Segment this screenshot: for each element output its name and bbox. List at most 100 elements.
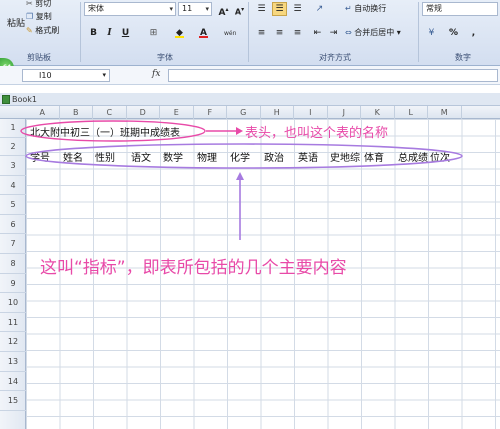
align-right-button[interactable]: ≡ xyxy=(290,26,305,40)
row-header-2[interactable]: 2 xyxy=(0,138,26,156)
align-center-button[interactable]: ≡ xyxy=(272,26,287,40)
row-header-8[interactable]: 8 xyxy=(0,254,26,274)
wrap-text-button[interactable]: ↵ 自动换行 xyxy=(345,3,386,15)
row-header-4[interactable]: 4 xyxy=(0,176,26,196)
column-header-e[interactable]: E xyxy=(160,106,194,119)
copy-label: 复制 xyxy=(35,12,52,21)
row-header-12[interactable]: 12 xyxy=(0,332,26,353)
indicator-cell[interactable]: 化学 xyxy=(230,149,250,164)
indicator-cell[interactable]: 物理 xyxy=(197,149,217,164)
row-header-10[interactable]: 10 xyxy=(0,293,26,313)
indicator-cell[interactable]: 数学 xyxy=(163,149,183,164)
indicator-cell[interactable]: 学号 xyxy=(30,149,50,164)
fill-color-button[interactable]: ◆ xyxy=(172,26,187,40)
workbook-titlebar: Book1 xyxy=(0,93,500,106)
decrease-indent-button[interactable]: ⇤ xyxy=(310,26,325,40)
indicator-cell[interactable]: 总成绩 xyxy=(398,149,428,164)
align-bottom-button[interactable]: ☰ xyxy=(290,2,305,16)
font-color-swatch xyxy=(199,36,208,38)
group-separator xyxy=(80,2,81,62)
paste-button[interactable]: 粘贴 xyxy=(7,18,25,30)
indicator-cell[interactable]: 位次 xyxy=(430,149,450,164)
column-header-a[interactable]: A xyxy=(26,106,60,119)
copy-button[interactable]: ❐ 复制 xyxy=(26,11,52,23)
row-header-3[interactable]: 3 xyxy=(0,156,26,176)
row-header-1[interactable]: 1 xyxy=(0,119,26,138)
header-annotation: 表头，也叫这个表的名称 xyxy=(245,126,389,141)
font-color-button[interactable]: A xyxy=(196,26,211,40)
font-group-label: 字体 xyxy=(157,53,173,62)
text-orientation-button[interactable]: ↗ xyxy=(312,2,327,16)
row-header-11[interactable]: 11 xyxy=(0,313,26,333)
column-header-m[interactable]: M xyxy=(428,106,462,119)
ribbon: 粘贴 ✂ 剪切 ❐ 复制 ✎ 格式刷 剪贴板 宋体 ▾ 11 ▾ A▴ A▾ B I… xyxy=(0,0,500,66)
scissors-icon: ✂ xyxy=(26,0,33,8)
column-header-c[interactable]: C xyxy=(93,106,127,119)
format-painter-button[interactable]: ✎ 格式刷 xyxy=(26,25,59,37)
column-header-b[interactable]: B xyxy=(60,106,93,119)
percent-style-button[interactable]: % xyxy=(446,26,461,40)
column-header-j[interactable]: J xyxy=(328,106,361,119)
clipboard-group-label: 剪贴板 xyxy=(27,53,51,62)
cell-reference: I10 xyxy=(39,71,52,80)
row-header-5[interactable]: 5 xyxy=(0,195,26,215)
grow-font-button[interactable]: A▴ xyxy=(216,2,231,18)
align-middle-button[interactable]: ☰ xyxy=(272,2,287,16)
workbook-title: Book1 xyxy=(12,95,37,104)
indicator-cell[interactable]: 语文 xyxy=(131,149,151,164)
indicator-cell[interactable]: 政治 xyxy=(264,149,284,164)
indicator-cell[interactable]: 英语 xyxy=(298,149,318,164)
merge-center-label: 合并后居中 xyxy=(354,28,395,37)
row-header-14[interactable]: 14 xyxy=(0,372,26,392)
number-format-value: 常规 xyxy=(426,4,442,13)
row-header-13[interactable]: 13 xyxy=(0,352,26,372)
column-header-g[interactable]: G xyxy=(227,106,261,119)
group-separator xyxy=(248,2,249,62)
underline-button[interactable]: U xyxy=(118,26,133,40)
column-header-l[interactable]: L xyxy=(395,106,428,119)
row-header-6[interactable]: 6 xyxy=(0,215,26,235)
cut-button[interactable]: ✂ 剪切 xyxy=(26,0,51,10)
number-group-label: 数字 xyxy=(455,53,471,62)
indicator-cell[interactable]: 体育 xyxy=(364,149,384,164)
borders-icon[interactable]: ⊞ xyxy=(146,26,161,40)
number-format-combo[interactable]: 常规 xyxy=(422,2,498,16)
format-painter-label: 格式刷 xyxy=(35,26,60,35)
row-header-7[interactable]: 7 xyxy=(0,234,26,255)
font-name-combo[interactable]: 宋体 ▾ xyxy=(84,2,176,16)
phonetic-button[interactable]: wén xyxy=(224,28,236,40)
indicator-cell[interactable]: 姓名 xyxy=(63,149,83,164)
column-header-d[interactable]: D xyxy=(127,106,160,119)
comma-style-button[interactable]: , xyxy=(466,26,481,40)
row-header-15[interactable]: 15 xyxy=(0,391,26,411)
font-size-value: 11 xyxy=(182,4,193,13)
currency-format-icon[interactable]: ¥ xyxy=(424,26,439,40)
column-header-i[interactable]: I xyxy=(294,106,328,119)
group-separator xyxy=(418,2,419,62)
shrink-font-button[interactable]: A▾ xyxy=(232,2,247,17)
font-size-combo[interactable]: 11 ▾ xyxy=(178,2,212,16)
merge-center-button[interactable]: ⇔ 合并后居中 ▾ xyxy=(345,27,401,39)
column-header-h[interactable]: H xyxy=(261,106,294,119)
name-box[interactable]: I10 ▾ xyxy=(22,69,110,82)
column-header-k[interactable]: K xyxy=(361,106,395,119)
formula-bar: I10 ▾ fx xyxy=(0,66,500,85)
align-left-button[interactable]: ≡ xyxy=(254,26,269,40)
column-header-f[interactable]: F xyxy=(194,106,227,119)
wrap-text-icon: ↵ xyxy=(345,4,352,13)
italic-button[interactable]: I xyxy=(102,26,117,40)
increase-indent-button[interactable]: ⇥ xyxy=(326,26,341,40)
sheet-title-cell[interactable]: 北大附中初三（一）班期中成绩表 xyxy=(30,124,180,139)
chevron-down-icon: ▾ xyxy=(102,71,106,79)
insert-function-icon[interactable]: fx xyxy=(152,69,164,82)
alignment-group-label: 对齐方式 xyxy=(319,53,351,62)
formula-input[interactable] xyxy=(168,69,498,82)
brush-icon: ✎ xyxy=(26,26,33,35)
cut-label: 剪切 xyxy=(35,0,52,8)
indicator-cell[interactable]: 史地综 xyxy=(330,149,360,164)
align-top-button[interactable]: ☰ xyxy=(254,2,269,16)
font-name-value: 宋体 xyxy=(88,4,104,13)
row-header-9[interactable]: 9 xyxy=(0,274,26,294)
indicator-cell[interactable]: 性别 xyxy=(95,149,115,164)
bold-button[interactable]: B xyxy=(86,26,101,40)
